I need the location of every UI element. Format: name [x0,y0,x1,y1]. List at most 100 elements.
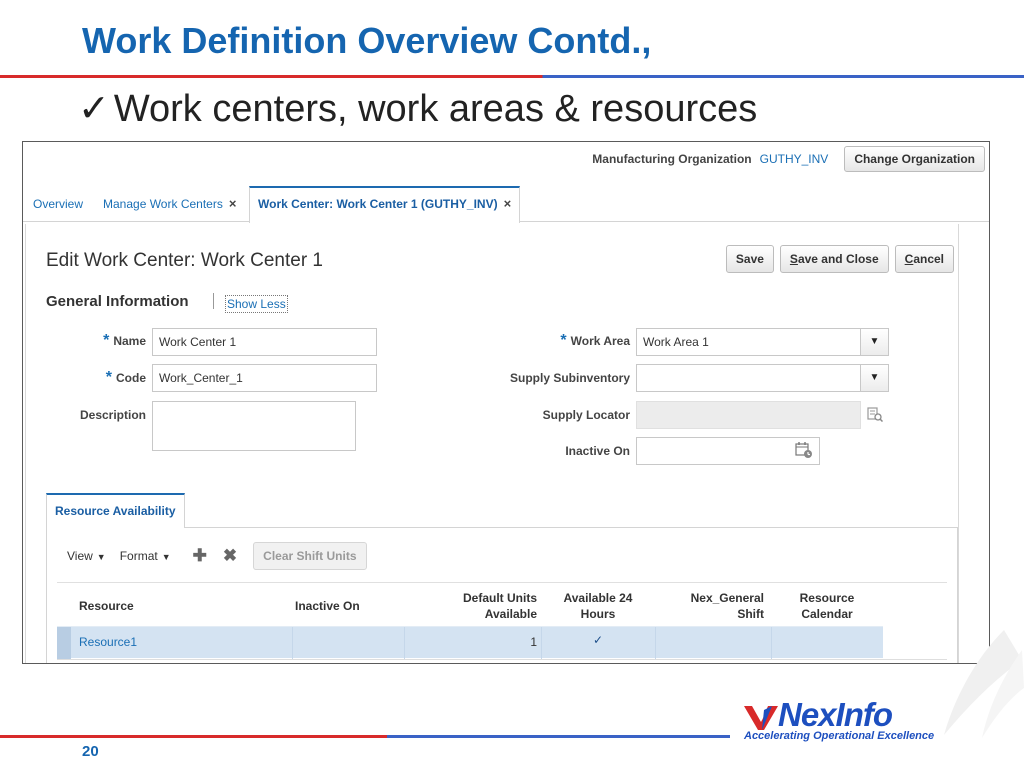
clear-shift-units-button[interactable]: Clear Shift Units [253,542,367,570]
header-line: Available [484,607,537,621]
required-icon: * [105,369,112,386]
org-label: Manufacturing Organization [592,152,752,166]
chevron-down-icon: ▼ [96,552,106,562]
work-area-select[interactable]: Work Area 1 ▼ [636,328,889,356]
accelerator-key: C [904,252,914,266]
tab-label: Manage Work Centers [103,197,223,211]
row-selector[interactable] [57,627,71,659]
tab-label: Work Center: Work Center 1 (GUTHY_INV) [258,197,498,211]
dropdown-arrow-icon[interactable]: ▼ [860,365,888,391]
name-label: * Name [96,332,146,350]
section-title: General Information [46,293,189,310]
divider [213,293,214,309]
supply-subinventory-select[interactable]: ▼ [636,364,889,392]
description-label: Description [79,408,146,422]
tab-bar: Overview Manage Work Centers × Work Cente… [23,186,989,223]
checkmark-icon: ✓ [78,88,110,130]
required-icon: * [560,332,567,349]
nexinfo-logo: NexInfo Accelerating Operational Excelle… [742,696,952,746]
inactive-on-date-field[interactable] [636,437,820,465]
delete-icon[interactable]: ✖ [223,546,237,566]
calendar-icon[interactable] [795,441,813,462]
slide-title: Work Definition Overview Contd., [82,20,652,61]
close-icon[interactable]: × [504,196,512,211]
logo-text: NexInfo [778,696,893,733]
resource-availability-panel: View ▼ Format ▼ ✚ ✖ Clear Shift Units Reso… [46,527,958,663]
bullet-point: ✓ Work centers, work areas & resources [78,86,757,131]
footer-divider [0,735,730,738]
menu-label: Format [119,549,158,563]
format-menu[interactable]: Format ▼ [120,549,171,563]
change-organization-button[interactable]: Change Organization [844,146,985,172]
action-buttons: Save Save and Close Cancel [725,245,954,273]
search-icon[interactable] [867,406,884,425]
table-toolbar: View ▼ Format ▼ ✚ ✖ Clear Shift Units [67,542,367,570]
column-header-default-units[interactable]: Default Units Available [437,590,537,622]
column-header-shift[interactable]: Nex_General Shift [674,590,764,622]
edit-panel: Edit Work Center: Work Center 1 Save Sav… [25,224,959,663]
column-header-available-24-hours[interactable]: Available 24 Hours [553,590,643,622]
table-bottom-border [57,659,947,660]
logo-tagline: Accelerating Operational Excellence [744,730,935,742]
supply-locator-label: Supply Locator [542,408,630,422]
menu-label: View [67,549,93,563]
bullet-text: Work centers, work areas & resources [113,88,758,130]
dropdown-arrow-icon[interactable]: ▼ [860,329,888,355]
org-value: GUTHY_INV [759,152,829,166]
column-separator [292,627,293,659]
label-text: Code [116,371,146,385]
inactive-on-label: Inactive On [565,444,630,458]
resource-link[interactable]: Resource1 [79,635,137,649]
header-line: Hours [580,607,616,621]
column-header-inactive-on[interactable]: Inactive On [295,598,360,614]
tab-resource-availability[interactable]: Resource Availability [46,493,185,528]
chevron-down-icon: ▼ [161,552,171,562]
column-separator [541,627,542,659]
save-and-close-button[interactable]: Save and Close [779,245,889,273]
save-button[interactable]: Save [725,245,774,273]
tab-overview[interactable]: Overview [33,186,83,222]
work-area-label: * Work Area [466,332,630,350]
accelerator-key: S [789,252,798,266]
code-field[interactable]: Work_Center_1 [152,364,377,392]
header-line: Default Units [462,591,537,605]
close-icon[interactable]: × [229,196,237,211]
table-row[interactable]: Resource1 1 ✓ [57,626,883,659]
header-line: Calendar [801,607,853,621]
label-text: Name [113,334,146,348]
header-line: Resource [799,591,855,605]
column-header-resource-calendar[interactable]: Resource Calendar [779,590,875,622]
button-label: ave and Close [797,252,879,266]
tab-work-center[interactable]: Work Center: Work Center 1 (GUTHY_INV) × [249,186,521,223]
header-line: Available 24 [563,591,633,605]
show-less-link[interactable]: Show Less [225,295,288,313]
code-label: * Code [96,369,146,387]
check-icon: ✓ [592,633,604,647]
add-icon[interactable]: ✚ [193,546,207,566]
page-title: Edit Work Center: Work Center 1 [46,250,324,271]
header-line: Nex_General [690,591,764,605]
header-line: Shift [737,607,764,621]
supply-locator-field [636,401,861,429]
column-header-resource[interactable]: Resource [79,598,134,614]
column-separator [404,627,405,659]
view-menu[interactable]: View ▼ [67,549,106,563]
required-icon: * [103,332,110,349]
default-units-cell: 1 [530,635,537,649]
name-field[interactable]: Work Center 1 [152,328,377,356]
label-text: Work Area [570,334,630,348]
description-field[interactable] [152,401,356,451]
column-separator [771,627,772,659]
page-number: 20 [82,743,99,760]
tab-manage-work-centers[interactable]: Manage Work Centers × [103,186,236,222]
table-header: Resource Inactive On Default Units Availa… [57,582,947,626]
app-screenshot: Manufacturing Organization GUTHY_INV Cha… [22,141,990,664]
title-divider [0,75,1024,78]
logo-mark-icon [744,706,778,730]
button-label: ancel [913,252,944,266]
select-value: Work Area 1 [643,335,709,349]
tab-label: Overview [33,197,84,211]
column-separator [655,627,656,659]
supply-subinventory-label: Supply Subinventory [509,371,630,385]
cancel-button[interactable]: Cancel [894,245,954,273]
